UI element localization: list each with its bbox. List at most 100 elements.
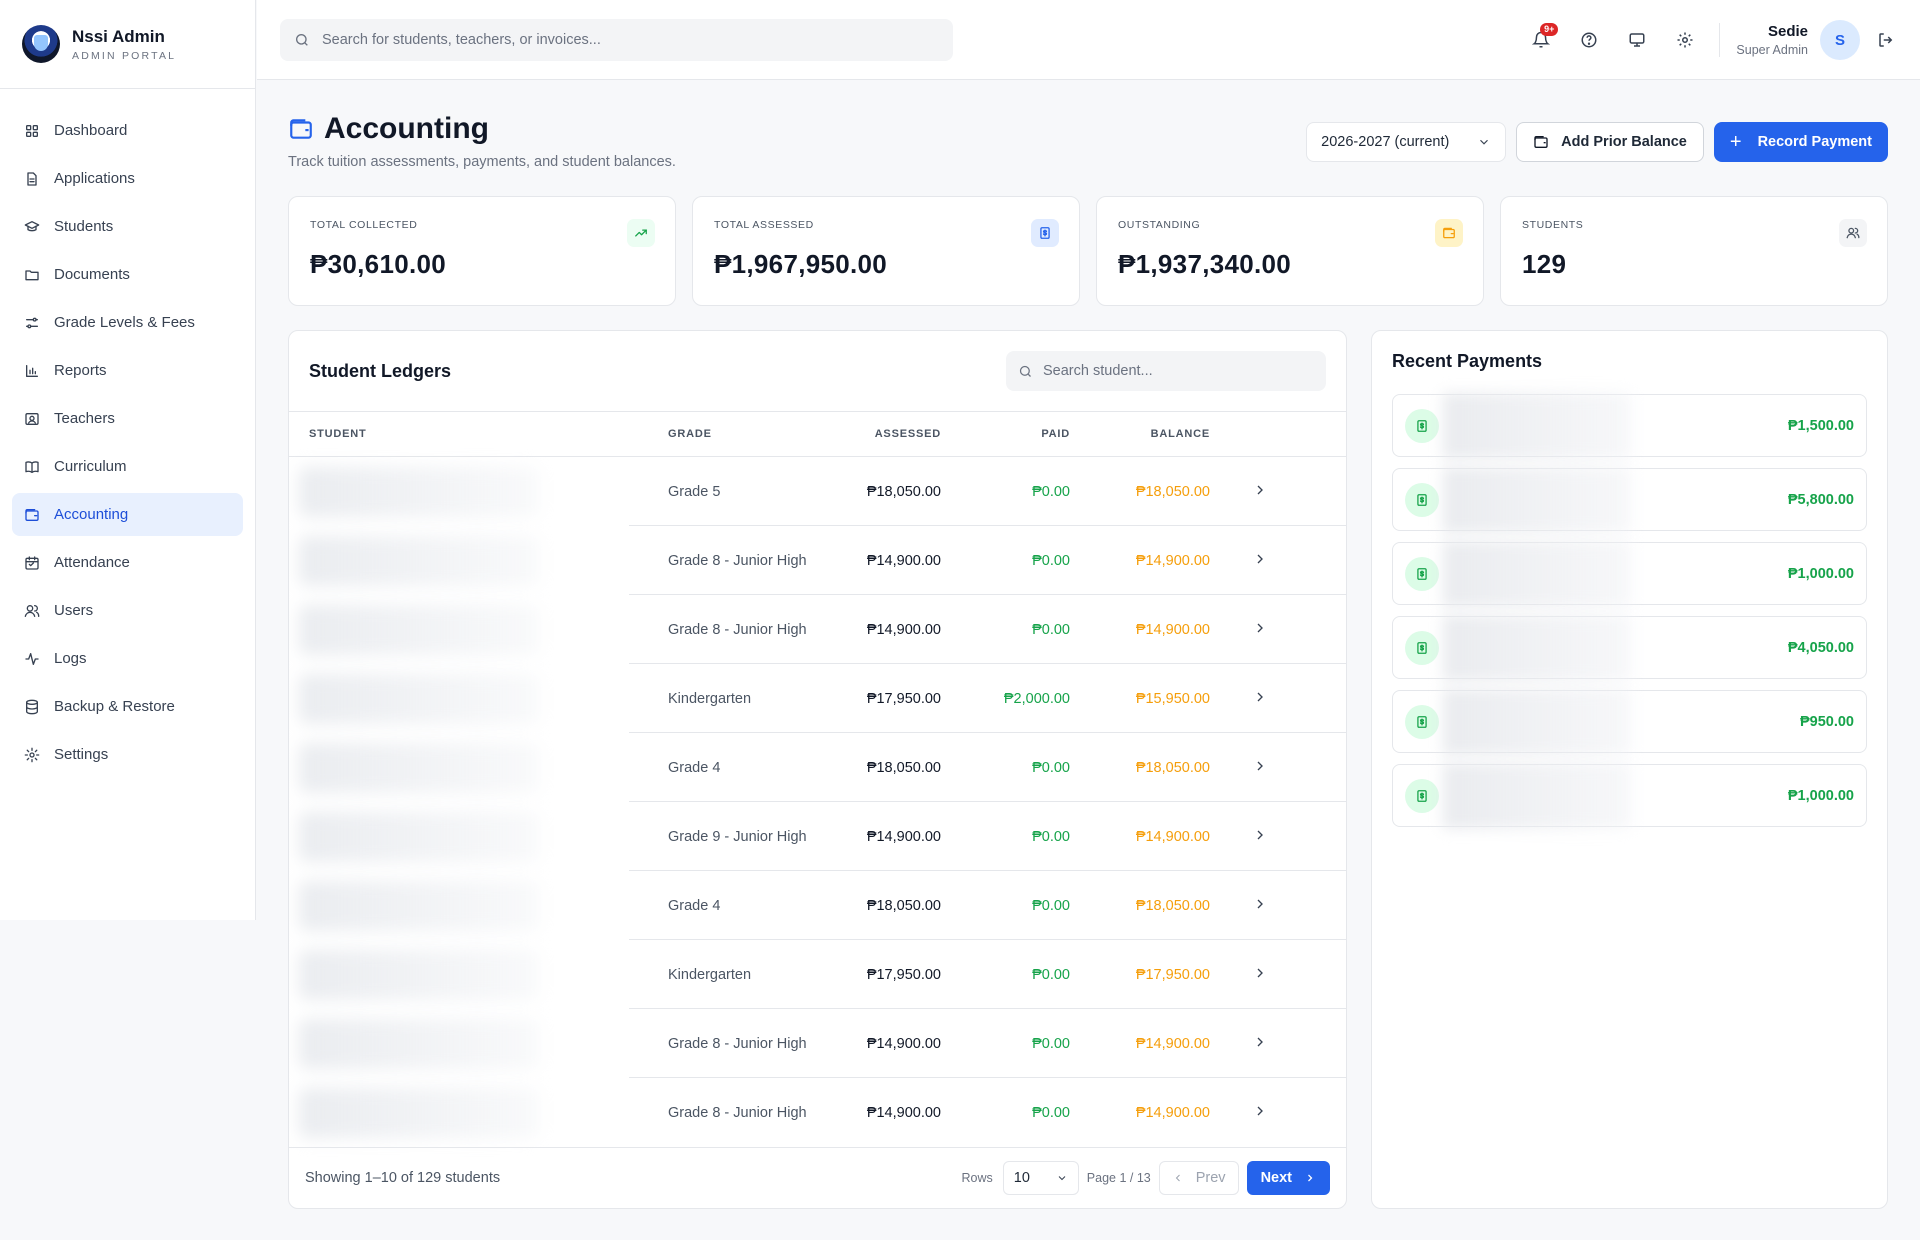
help-circle-icon: [1581, 32, 1597, 48]
sidebar-item-logs[interactable]: Logs: [12, 637, 243, 680]
sidebar-item-backup-restore[interactable]: Backup & Restore: [12, 685, 243, 728]
sidebar-item-attendance[interactable]: Attendance: [12, 541, 243, 584]
stats-row: TOTAL COLLECTED ₱30,610.00 TOTAL ASSESSED ₱…: [288, 196, 1888, 306]
row-open-button[interactable]: [1210, 620, 1310, 640]
col-balance[interactable]: BALANCE: [1070, 428, 1210, 440]
table-row[interactable]: Grade 8 - Junior High ₱14,900.00 ₱0.00 ₱14,…: [289, 1009, 1346, 1078]
id-card-icon: [24, 411, 40, 427]
school-year-select[interactable]: 2026-2027 (current): [1306, 122, 1507, 162]
stat-label: STUDENTS: [1522, 219, 1584, 231]
col-student[interactable]: STUDENT: [289, 428, 668, 440]
logout-button[interactable]: [1876, 30, 1896, 50]
payment-amount: ₱4,050.00: [1787, 639, 1854, 656]
paid-cell: ₱0.00: [1032, 552, 1070, 569]
student-search-input[interactable]: [1043, 363, 1313, 379]
chevron-down-icon: [1480, 139, 1489, 145]
brand-subtitle: ADMIN PORTAL: [72, 49, 177, 62]
balance-cell: ₱14,900.00: [1135, 621, 1210, 638]
grade-cell: Grade 8 - Junior High: [668, 1104, 807, 1121]
brand[interactable]: Nssi Admin ADMIN PORTAL: [0, 0, 255, 89]
payment-amount: ₱950.00: [1799, 713, 1854, 730]
activity-icon: [24, 651, 40, 667]
payment-item[interactable]: ₱1,500.00: [1392, 393, 1867, 459]
payment-item[interactable]: ₱4,050.00: [1392, 615, 1867, 681]
table-row[interactable]: Grade 5 ₱18,050.00 ₱0.00 ₱18,050.00: [289, 457, 1346, 526]
sidebar-item-reports[interactable]: Reports: [12, 349, 243, 392]
row-open-button[interactable]: [1210, 482, 1310, 502]
row-open-button[interactable]: [1210, 551, 1310, 571]
topbar: 9+ Sedie Super Admin S: [257, 0, 1920, 80]
payment-item[interactable]: ₱5,800.00: [1392, 467, 1867, 533]
chevron-right-icon: [1257, 692, 1263, 701]
table-row[interactable]: Grade 8 - Junior High ₱14,900.00 ₱0.00 ₱14,…: [289, 526, 1346, 595]
ledger-search[interactable]: [1006, 351, 1326, 391]
student-name-redacted: [289, 880, 668, 931]
row-open-button[interactable]: [1210, 1103, 1310, 1123]
sidebar-item-grade-levels-fees[interactable]: Grade Levels & Fees: [12, 301, 243, 344]
table-row[interactable]: Kindergarten ₱17,950.00 ₱2,000.00 ₱15,950.0…: [289, 664, 1346, 733]
chevron-right-icon: [1257, 485, 1263, 494]
global-search[interactable]: [280, 19, 953, 61]
table-row[interactable]: Grade 4 ₱18,050.00 ₱0.00 ₱18,050.00: [289, 871, 1346, 940]
sidebar-item-users[interactable]: Users: [12, 589, 243, 632]
sidebar-item-label: Curriculum: [54, 458, 127, 475]
chevron-down-icon: [1058, 1176, 1066, 1181]
student-name-redacted: [289, 811, 668, 862]
row-open-button[interactable]: [1210, 758, 1310, 778]
sidebar-item-applications[interactable]: Applications: [12, 157, 243, 200]
sidebar-item-teachers[interactable]: Teachers: [12, 397, 243, 440]
payment-amount: ₱5,800.00: [1787, 491, 1854, 508]
user-info[interactable]: Sedie Super Admin: [1736, 23, 1808, 57]
sidebar-item-curriculum[interactable]: Curriculum: [12, 445, 243, 488]
payment-item[interactable]: ₱950.00: [1392, 689, 1867, 755]
sidebar-item-students[interactable]: Students: [12, 205, 243, 248]
col-paid[interactable]: PAID: [941, 428, 1070, 440]
display-button[interactable]: [1617, 20, 1657, 60]
student-name-redacted: [289, 466, 668, 517]
payer-name-redacted: [1443, 541, 1631, 607]
receipt-icon: [1405, 408, 1439, 443]
table-row[interactable]: Grade 9 - Junior High ₱14,900.00 ₱0.00 ₱14,…: [289, 802, 1346, 871]
help-button[interactable]: [1569, 20, 1609, 60]
table-row[interactable]: Grade 8 - Junior High ₱14,900.00 ₱0.00 ₱14,…: [289, 595, 1346, 664]
prev-label: Prev: [1195, 1170, 1226, 1186]
payer-name-redacted: [1443, 615, 1631, 681]
receipt-icon: [1405, 482, 1439, 517]
chevron-right-icon: [1257, 761, 1263, 770]
balance-cell: ₱14,900.00: [1135, 1104, 1210, 1121]
sidebar-item-label: Dashboard: [54, 122, 128, 139]
row-open-button[interactable]: [1210, 689, 1310, 709]
payer-name-redacted: [1443, 467, 1631, 533]
row-open-button[interactable]: [1210, 827, 1310, 847]
payment-item[interactable]: ₱1,000.00: [1392, 541, 1867, 607]
sidebar-item-accounting[interactable]: Accounting: [12, 493, 243, 536]
next-button[interactable]: Next: [1246, 1161, 1330, 1195]
payment-item[interactable]: ₱1,000.00: [1392, 763, 1867, 829]
table-row[interactable]: Kindergarten ₱17,950.00 ₱0.00 ₱17,950.00: [289, 940, 1346, 1009]
rows-per-page-select[interactable]: 10: [1002, 1161, 1079, 1195]
notifications-button[interactable]: 9+: [1521, 20, 1561, 60]
avatar[interactable]: S: [1820, 20, 1860, 60]
sidebar-item-documents[interactable]: Documents: [12, 253, 243, 296]
row-open-button[interactable]: [1210, 965, 1310, 985]
receipt-icon: [1405, 556, 1439, 591]
add-prior-balance-button[interactable]: Add Prior Balance: [1516, 122, 1704, 162]
record-payment-label: Record Payment: [1757, 134, 1872, 150]
sidebar-item-settings[interactable]: Settings: [12, 733, 243, 776]
prev-button[interactable]: Prev: [1158, 1161, 1239, 1195]
table-row[interactable]: Grade 8 - Junior High ₱14,900.00 ₱0.00 ₱14,…: [289, 1078, 1346, 1147]
sidebar-item-label: Teachers: [54, 410, 115, 427]
bar-chart-icon: [24, 363, 40, 379]
row-open-button[interactable]: [1210, 1034, 1310, 1054]
table-row[interactable]: Grade 4 ₱18,050.00 ₱0.00 ₱18,050.00: [289, 733, 1346, 802]
record-payment-button[interactable]: + Record Payment: [1713, 122, 1888, 162]
row-open-button[interactable]: [1210, 896, 1310, 916]
settings-button[interactable]: [1665, 20, 1705, 60]
wallet-icon: [290, 119, 312, 139]
balance-cell: ₱18,050.00: [1135, 483, 1210, 500]
sidebar-item-label: Applications: [54, 170, 135, 187]
col-assessed[interactable]: ASSESSED: [828, 428, 941, 440]
search-input[interactable]: [322, 32, 922, 48]
col-grade[interactable]: GRADE: [668, 428, 828, 440]
sidebar-item-dashboard[interactable]: Dashboard: [12, 109, 243, 152]
